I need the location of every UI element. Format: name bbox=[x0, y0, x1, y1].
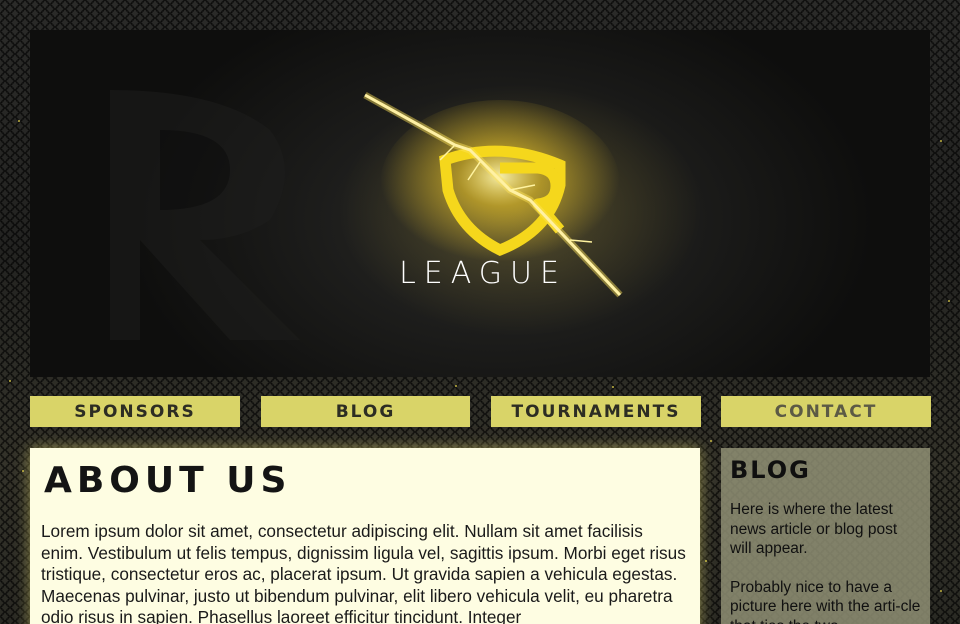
about-section: ABOUT US Lorem ipsum dolor sit amet, con… bbox=[30, 448, 700, 624]
blog-sidebar: BLOG Here is where the latest news artic… bbox=[721, 448, 930, 624]
nav-tournaments[interactable]: TOURNAMENTS bbox=[491, 396, 701, 427]
background-speck bbox=[940, 590, 942, 592]
background-speck bbox=[9, 380, 11, 382]
background-speck bbox=[948, 300, 950, 302]
blog-title: BLOG bbox=[730, 456, 811, 484]
vr-league-logo-icon bbox=[363, 91, 623, 298]
background-speck bbox=[455, 385, 457, 387]
nav-contact[interactable]: CONTACT bbox=[721, 396, 931, 427]
hero-banner: LEAGUE bbox=[30, 30, 930, 377]
background-speck bbox=[710, 440, 712, 442]
about-title: ABOUT US bbox=[44, 460, 292, 501]
blog-paragraph: Here is where the latest news article or… bbox=[730, 501, 898, 557]
background-speck bbox=[705, 560, 707, 562]
about-body: Lorem ipsum dolor sit amet, consectetur … bbox=[41, 521, 686, 624]
blog-paragraph: Probably nice to have a picture here wit… bbox=[730, 578, 921, 624]
nav-blog[interactable]: BLOG bbox=[261, 396, 470, 427]
nav-sponsors[interactable]: SPONSORS bbox=[30, 396, 240, 427]
background-logo-icon bbox=[110, 90, 300, 340]
background-speck bbox=[940, 140, 942, 142]
background-speck bbox=[18, 120, 20, 122]
league-wordmark: LEAGUE bbox=[399, 256, 567, 291]
background-speck bbox=[22, 470, 24, 472]
background-speck bbox=[612, 386, 614, 388]
